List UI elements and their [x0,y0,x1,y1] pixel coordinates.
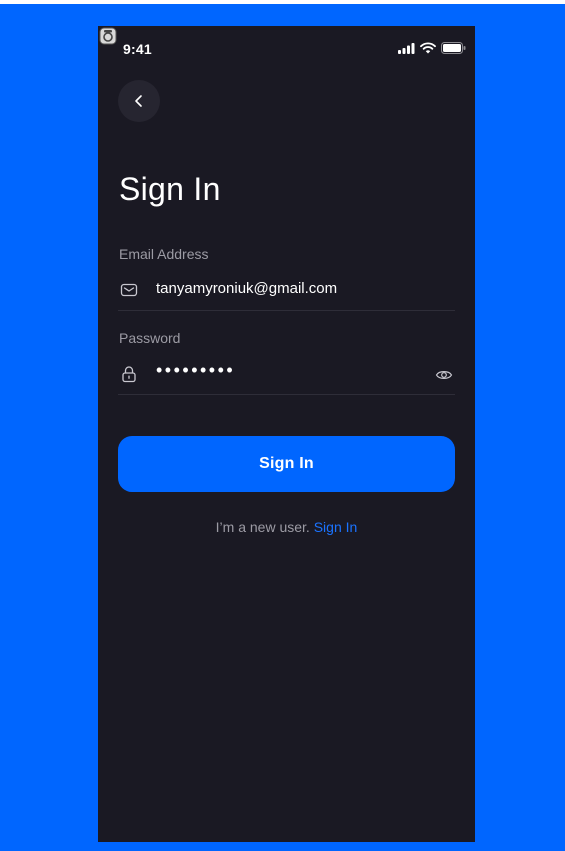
phone-screen: 9:41 Sign In Email Address tanyamyroniuk… [98,26,475,842]
chevron-left-icon [135,95,142,107]
eye-icon[interactable] [435,366,453,384]
camera-badge-icon [99,27,117,45]
password-value: ••••••••• [156,360,236,380]
sign-in-button[interactable]: Sign In [118,436,455,492]
lock-icon [122,366,136,383]
battery-icon [441,42,466,54]
new-user-prompt: I’m a new user. Sign In [98,519,475,535]
password-field[interactable]: ••••••••• [118,358,455,395]
back-button[interactable] [118,80,160,122]
page-title: Sign In [119,171,221,207]
status-time: 9:41 [123,41,152,57]
email-label: Email Address [119,246,209,262]
signal-icon [398,42,415,54]
wifi-icon [420,42,436,54]
sign-in-link[interactable]: Sign In [314,519,358,535]
password-label: Password [119,330,181,346]
email-value: tanyamyroniuk@gmail.com [156,280,338,297]
email-field[interactable]: tanyamyroniuk@gmail.com [118,274,455,311]
mail-icon [120,283,138,297]
new-user-text: I’m a new user. [215,519,314,535]
status-icons [398,42,466,54]
